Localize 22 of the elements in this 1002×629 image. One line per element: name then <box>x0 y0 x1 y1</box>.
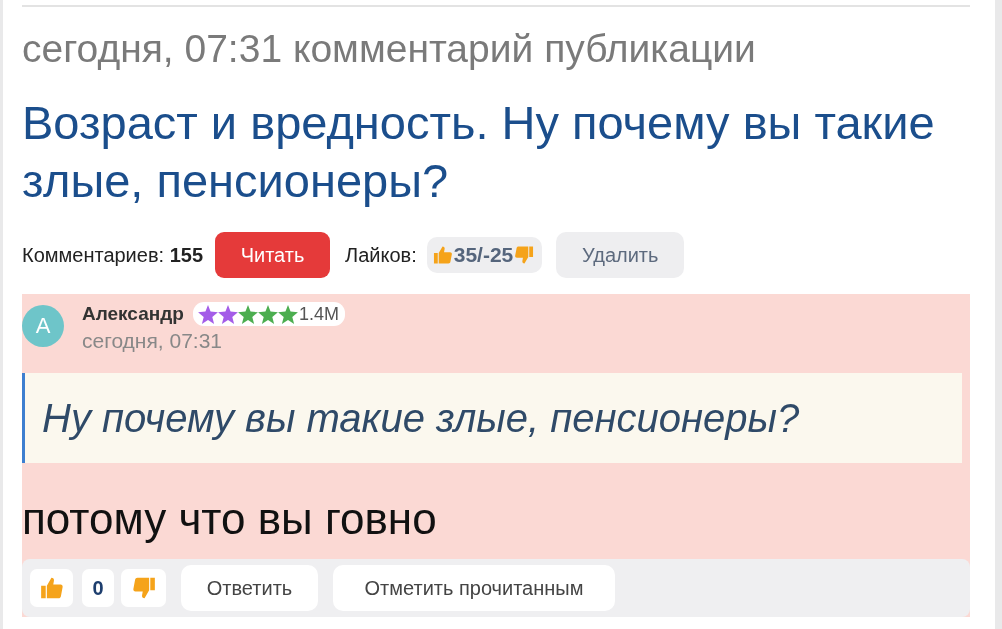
comment-text: потому что вы говно <box>22 494 438 544</box>
thumbs-up-icon <box>432 245 453 265</box>
mark-read-button[interactable]: Отметить прочитанным <box>333 565 615 611</box>
reply-button[interactable]: Ответить <box>181 565 318 611</box>
like-button[interactable] <box>30 569 73 607</box>
likes-label: Лайков: <box>345 243 417 267</box>
thumbs-down-icon <box>131 576 156 600</box>
thumbs-up-icon <box>39 576 64 600</box>
avatar: А <box>22 305 64 347</box>
quoted-text: Ну почему вы такие злые, пенсионеры? <box>22 373 962 463</box>
author-name[interactable]: Александр <box>82 303 184 325</box>
publication-meta: сегодня, 07:31 комментарий публикации <box>22 28 757 70</box>
article-title[interactable]: Возраст и вредность. Ну почему вы такие злые, пенсионеры? <box>22 94 970 210</box>
thumbs-down-icon <box>514 245 535 265</box>
rating-score: 1.4M <box>298 303 339 325</box>
likes-value: 35/-25 <box>453 243 514 267</box>
vote-count: 0 <box>82 569 114 607</box>
comments-count-label: Комментариев: 155 <box>22 243 204 267</box>
read-button[interactable]: Читать <box>215 232 331 278</box>
delete-button[interactable]: Удалить <box>556 232 685 278</box>
comment-time: сегодня, 07:31 <box>82 329 224 353</box>
dislike-button[interactable] <box>121 569 166 607</box>
